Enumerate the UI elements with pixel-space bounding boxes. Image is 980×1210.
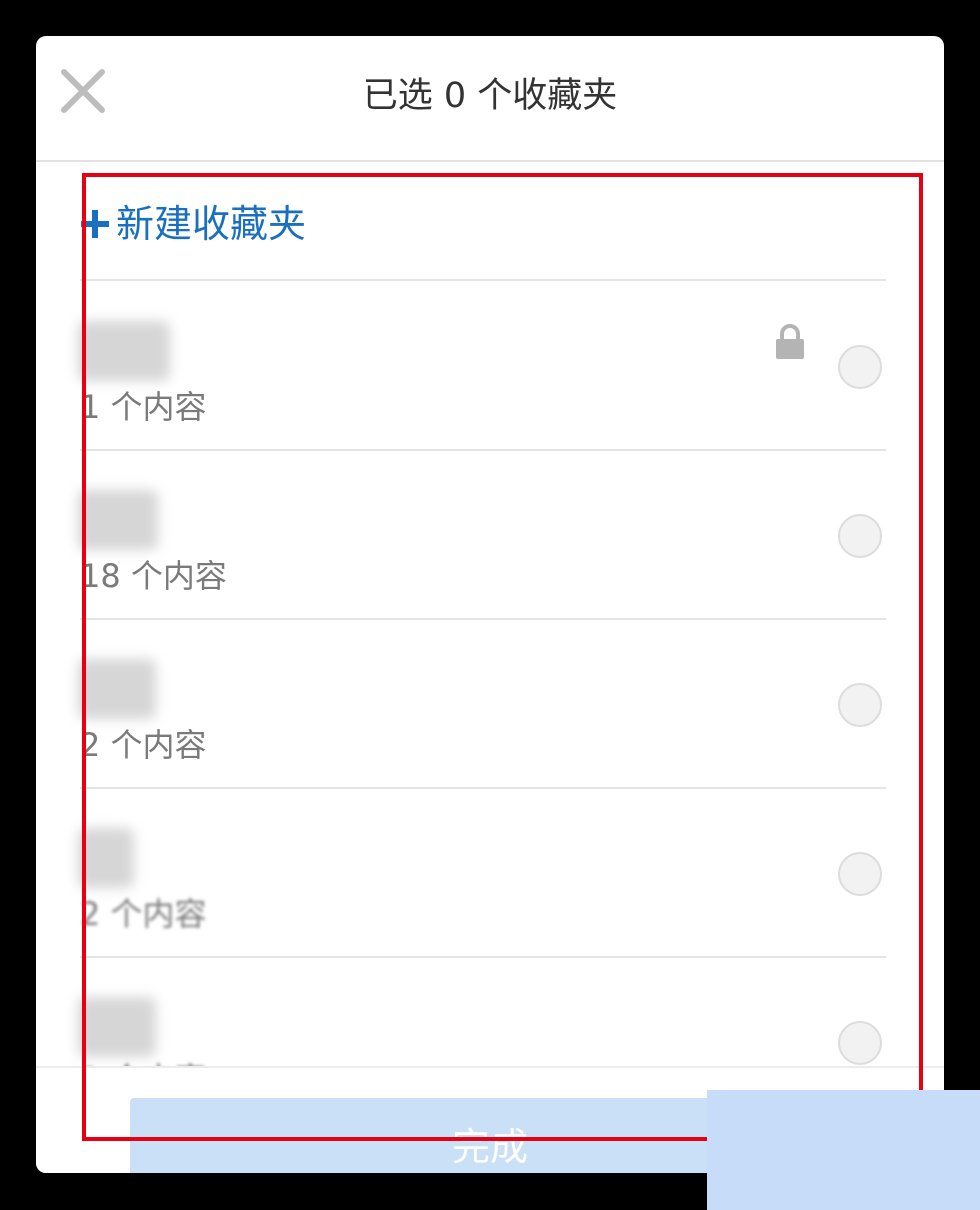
- new-folder-button[interactable]: 新建收藏夹: [80, 199, 306, 249]
- folder-name-blurred: [78, 828, 134, 888]
- new-folder-label: 新建收藏夹: [116, 202, 307, 246]
- list-item[interactable]: 2 个内容: [36, 619, 944, 788]
- list-item[interactable]: 1 个内容: [36, 281, 944, 450]
- folder-name-blurred: [78, 659, 156, 719]
- favorites-dialog: 已选 0 个收藏夹 新建收藏夹 1 个内容 18 个内容 2 个内容 2 个内容…: [36, 36, 944, 1173]
- folder-select-radio[interactable]: [838, 683, 882, 727]
- list-item[interactable]: 18 个内容: [36, 450, 944, 619]
- folder-count: 1 个内容: [80, 388, 207, 426]
- overlay-box: [707, 1090, 980, 1210]
- lock-icon: [776, 324, 804, 359]
- folder-count: 2 个内容: [80, 726, 207, 764]
- folder-select-radio[interactable]: [838, 345, 882, 389]
- folder-count: 18 个内容: [80, 557, 227, 595]
- folder-name-blurred: [78, 321, 170, 381]
- folder-name-blurred: [78, 490, 158, 550]
- dialog-header: 已选 0 个收藏夹: [36, 36, 944, 162]
- folder-select-radio[interactable]: [838, 852, 882, 896]
- plus-icon: [81, 210, 109, 238]
- list-item[interactable]: 2 个内容: [36, 788, 944, 957]
- folder-name-blurred: [78, 997, 156, 1057]
- folder-select-radio[interactable]: [838, 1021, 882, 1065]
- folder-count: 2 个内容: [80, 895, 207, 933]
- dialog-title: 已选 0 个收藏夹: [362, 76, 618, 116]
- folder-select-radio[interactable]: [838, 514, 882, 558]
